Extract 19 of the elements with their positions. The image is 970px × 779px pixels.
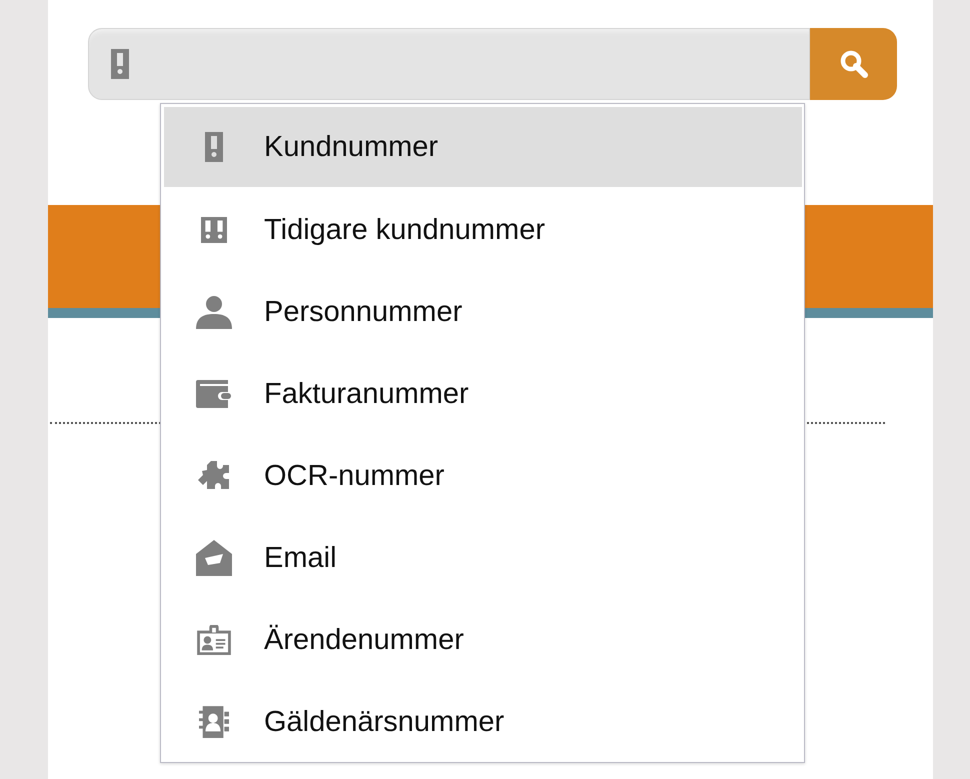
search-field[interactable]: [88, 28, 810, 100]
wallet-icon: [196, 380, 232, 408]
search-button[interactable]: [810, 28, 897, 100]
menu-item[interactable]: Gäldenärsnummer: [164, 681, 802, 763]
contact-book-icon: [199, 706, 229, 738]
menu-item[interactable]: OCR-nummer: [164, 435, 802, 517]
id-badge-icon: [197, 625, 231, 655]
binders-icon: [201, 215, 227, 245]
menu-item[interactable]: Tidigare kundnummer: [164, 189, 802, 271]
menu-item[interactable]: Personnummer: [164, 271, 802, 353]
menu-item[interactable]: Kundnummer: [164, 107, 802, 187]
envelope-icon: [196, 540, 232, 576]
menu-item[interactable]: Ärendenummer: [164, 599, 802, 681]
search-icon: [838, 49, 868, 79]
person-icon: [194, 295, 234, 329]
binder-icon: [205, 132, 223, 162]
menu-item[interactable]: Email: [164, 517, 802, 599]
menu-item[interactable]: Fakturanummer: [164, 353, 802, 435]
binder-icon: [111, 49, 129, 79]
